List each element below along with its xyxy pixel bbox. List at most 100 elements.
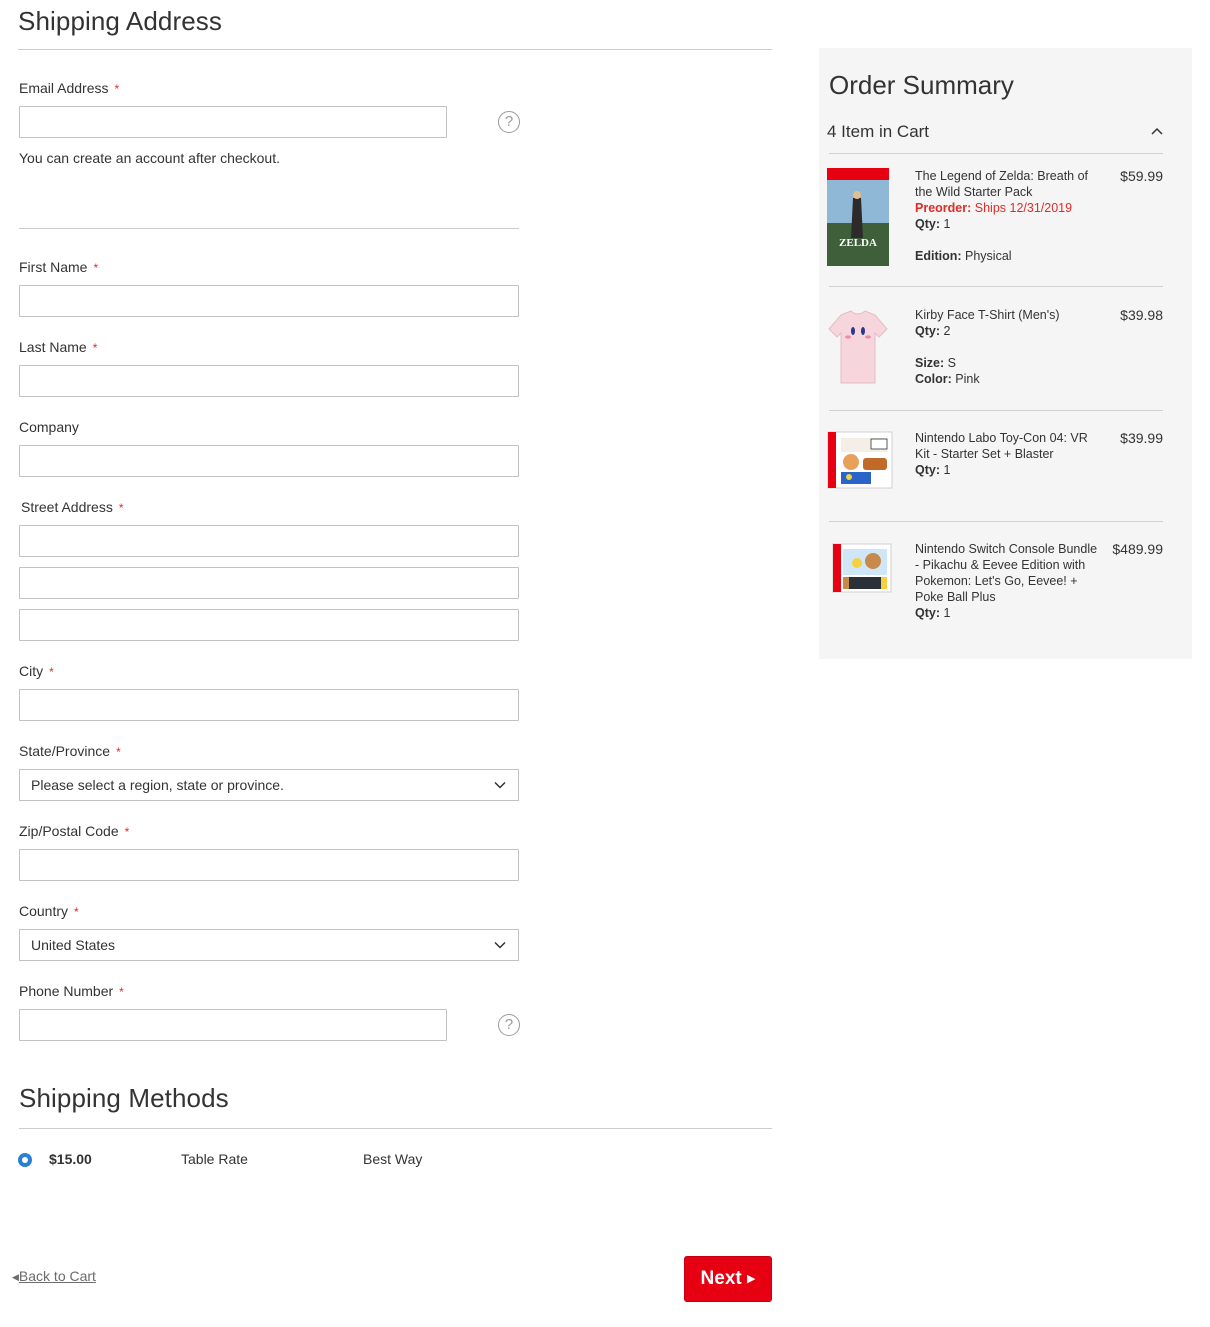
- cart-item-qty: Qty: 1: [915, 605, 1101, 621]
- cart-item-option: Size: S: [915, 355, 1101, 371]
- cart-item-details: Nintendo Switch Console Bundle - Pikachu…: [915, 541, 1101, 621]
- city-field[interactable]: [19, 689, 519, 721]
- street-label: Street Address *: [21, 499, 124, 515]
- first-name-label-text: First Name: [19, 259, 88, 275]
- email-field[interactable]: [19, 106, 447, 138]
- zip-label: Zip/Postal Code *: [19, 823, 129, 839]
- option-value: Pink: [955, 372, 980, 386]
- help-icon[interactable]: ?: [498, 111, 520, 133]
- cart-item-qty: Qty: 2: [915, 323, 1101, 339]
- chevron-down-icon: [494, 941, 506, 949]
- cart-item-details: Nintendo Labo Toy-Con 04: VR Kit - Start…: [915, 430, 1101, 478]
- shipping-method-price: $15.00: [49, 1151, 92, 1167]
- last-name-field[interactable]: [19, 365, 519, 397]
- cart-item: Kirby Face T-Shirt (Men's) Qty: 2 Size: …: [827, 307, 1163, 417]
- phone-field[interactable]: [19, 1009, 447, 1041]
- first-name-field[interactable]: [19, 285, 519, 317]
- qty-label: Qty:: [915, 463, 940, 477]
- summary-divider: [829, 521, 1163, 522]
- qty-label: Qty:: [915, 606, 940, 620]
- cart-item-price: $39.98: [1120, 307, 1163, 323]
- summary-divider: [829, 286, 1163, 287]
- cart-item: Nintendo Switch Console Bundle - Pikachu…: [827, 541, 1163, 641]
- cart-item: Nintendo Labo Toy-Con 04: VR Kit - Start…: [827, 430, 1163, 510]
- last-name-label-text: Last Name: [19, 339, 87, 355]
- state-select[interactable]: Please select a region, state or provinc…: [19, 769, 519, 801]
- back-to-cart-label: Back to Cart: [18, 1268, 96, 1284]
- methods-divider: [19, 1128, 772, 1129]
- required-mark: *: [119, 985, 124, 999]
- next-button[interactable]: Next ▶: [684, 1256, 772, 1302]
- first-name-label: First Name *: [19, 259, 98, 275]
- email-label: Email Address *: [19, 80, 119, 96]
- street-label-text: Street Address: [21, 499, 113, 515]
- shipping-method-name: Table Rate: [181, 1151, 248, 1167]
- preorder-value: Ships 12/31/2019: [974, 201, 1073, 215]
- email-note: You can create an account after checkout…: [19, 150, 280, 166]
- chevron-right-icon: ▶: [747, 1273, 756, 1285]
- company-field[interactable]: [19, 445, 519, 477]
- required-mark: *: [116, 745, 121, 759]
- qty-value: 1: [943, 217, 951, 231]
- shipping-carrier-name: Best Way: [363, 1151, 423, 1167]
- shipping-method-radio[interactable]: [18, 1153, 32, 1167]
- company-label: Company: [19, 419, 79, 435]
- chevron-left-icon: ◀: [12, 1272, 19, 1282]
- email-label-text: Email Address: [19, 80, 109, 96]
- required-mark: *: [124, 825, 130, 839]
- state-label-text: State/Province: [19, 743, 111, 759]
- summary-divider: [829, 410, 1163, 411]
- order-summary: Order Summary 4 Item in Cart ZELDA The L…: [819, 48, 1192, 659]
- qty-label: Qty:: [915, 324, 940, 338]
- cart-item-price: $59.99: [1120, 168, 1163, 184]
- svg-text:ZELDA: ZELDA: [839, 237, 877, 249]
- required-mark: *: [74, 905, 79, 919]
- required-mark: *: [114, 82, 120, 96]
- option-label: Color:: [915, 372, 952, 386]
- switch-bundle-box-image: [832, 543, 892, 593]
- back-to-cart-link[interactable]: ◀Back to Cart: [12, 1268, 96, 1284]
- shipping-address-title: Shipping Address: [18, 6, 222, 36]
- street-line-1-field[interactable]: [19, 525, 519, 557]
- phone-label: Phone Number *: [19, 983, 124, 999]
- state-label: State/Province *: [19, 743, 121, 759]
- cart-item-qty: Qty: 1: [915, 216, 1101, 232]
- zelda-game-box-image: ZELDA: [827, 168, 889, 266]
- street-line-3-field[interactable]: [19, 609, 519, 641]
- cart-item-name[interactable]: Nintendo Switch Console Bundle - Pikachu…: [915, 541, 1101, 605]
- summary-divider: [829, 153, 1163, 154]
- order-summary-title: Order Summary: [829, 70, 1014, 100]
- cart-item-qty: Qty: 1: [915, 462, 1101, 478]
- country-select[interactable]: United States: [19, 929, 519, 961]
- cart-item-details: The Legend of Zelda: Breath of the Wild …: [915, 168, 1101, 264]
- city-label: City *: [19, 663, 54, 679]
- qty-label: Qty:: [915, 217, 940, 231]
- country-label-text: Country: [19, 903, 69, 919]
- option-value: Physical: [965, 249, 1012, 263]
- cart-item-name[interactable]: The Legend of Zelda: Breath of the Wild …: [915, 168, 1101, 200]
- help-icon[interactable]: ?: [498, 1014, 520, 1036]
- email-divider: [19, 228, 519, 229]
- zip-field[interactable]: [19, 849, 519, 881]
- city-label-text: City: [19, 663, 44, 679]
- qty-value: 2: [943, 324, 951, 338]
- required-mark: *: [93, 261, 99, 275]
- option-label: Edition:: [915, 249, 962, 263]
- cart-item-option: Color: Pink: [915, 371, 1101, 387]
- last-name-label: Last Name *: [19, 339, 97, 355]
- zip-label-text: Zip/Postal Code: [19, 823, 119, 839]
- kirby-tshirt-image: [828, 310, 888, 384]
- qty-value: 1: [943, 463, 951, 477]
- cart-count[interactable]: 4 Item in Cart: [827, 122, 929, 142]
- cart-item-price: $489.99: [1112, 541, 1163, 557]
- cart-item-name[interactable]: Nintendo Labo Toy-Con 04: VR Kit - Start…: [915, 430, 1101, 462]
- country-select-value: United States: [31, 937, 116, 953]
- qty-value: 1: [943, 606, 951, 620]
- phone-label-text: Phone Number: [19, 983, 114, 999]
- chevron-up-icon[interactable]: [1149, 126, 1165, 138]
- preorder-label: Preorder:: [915, 201, 972, 215]
- next-button-label: Next: [700, 1268, 742, 1289]
- cart-item-name[interactable]: Kirby Face T-Shirt (Men's): [915, 307, 1101, 323]
- street-line-2-field[interactable]: [19, 567, 519, 599]
- cart-item-option: Edition: Physical: [915, 248, 1101, 264]
